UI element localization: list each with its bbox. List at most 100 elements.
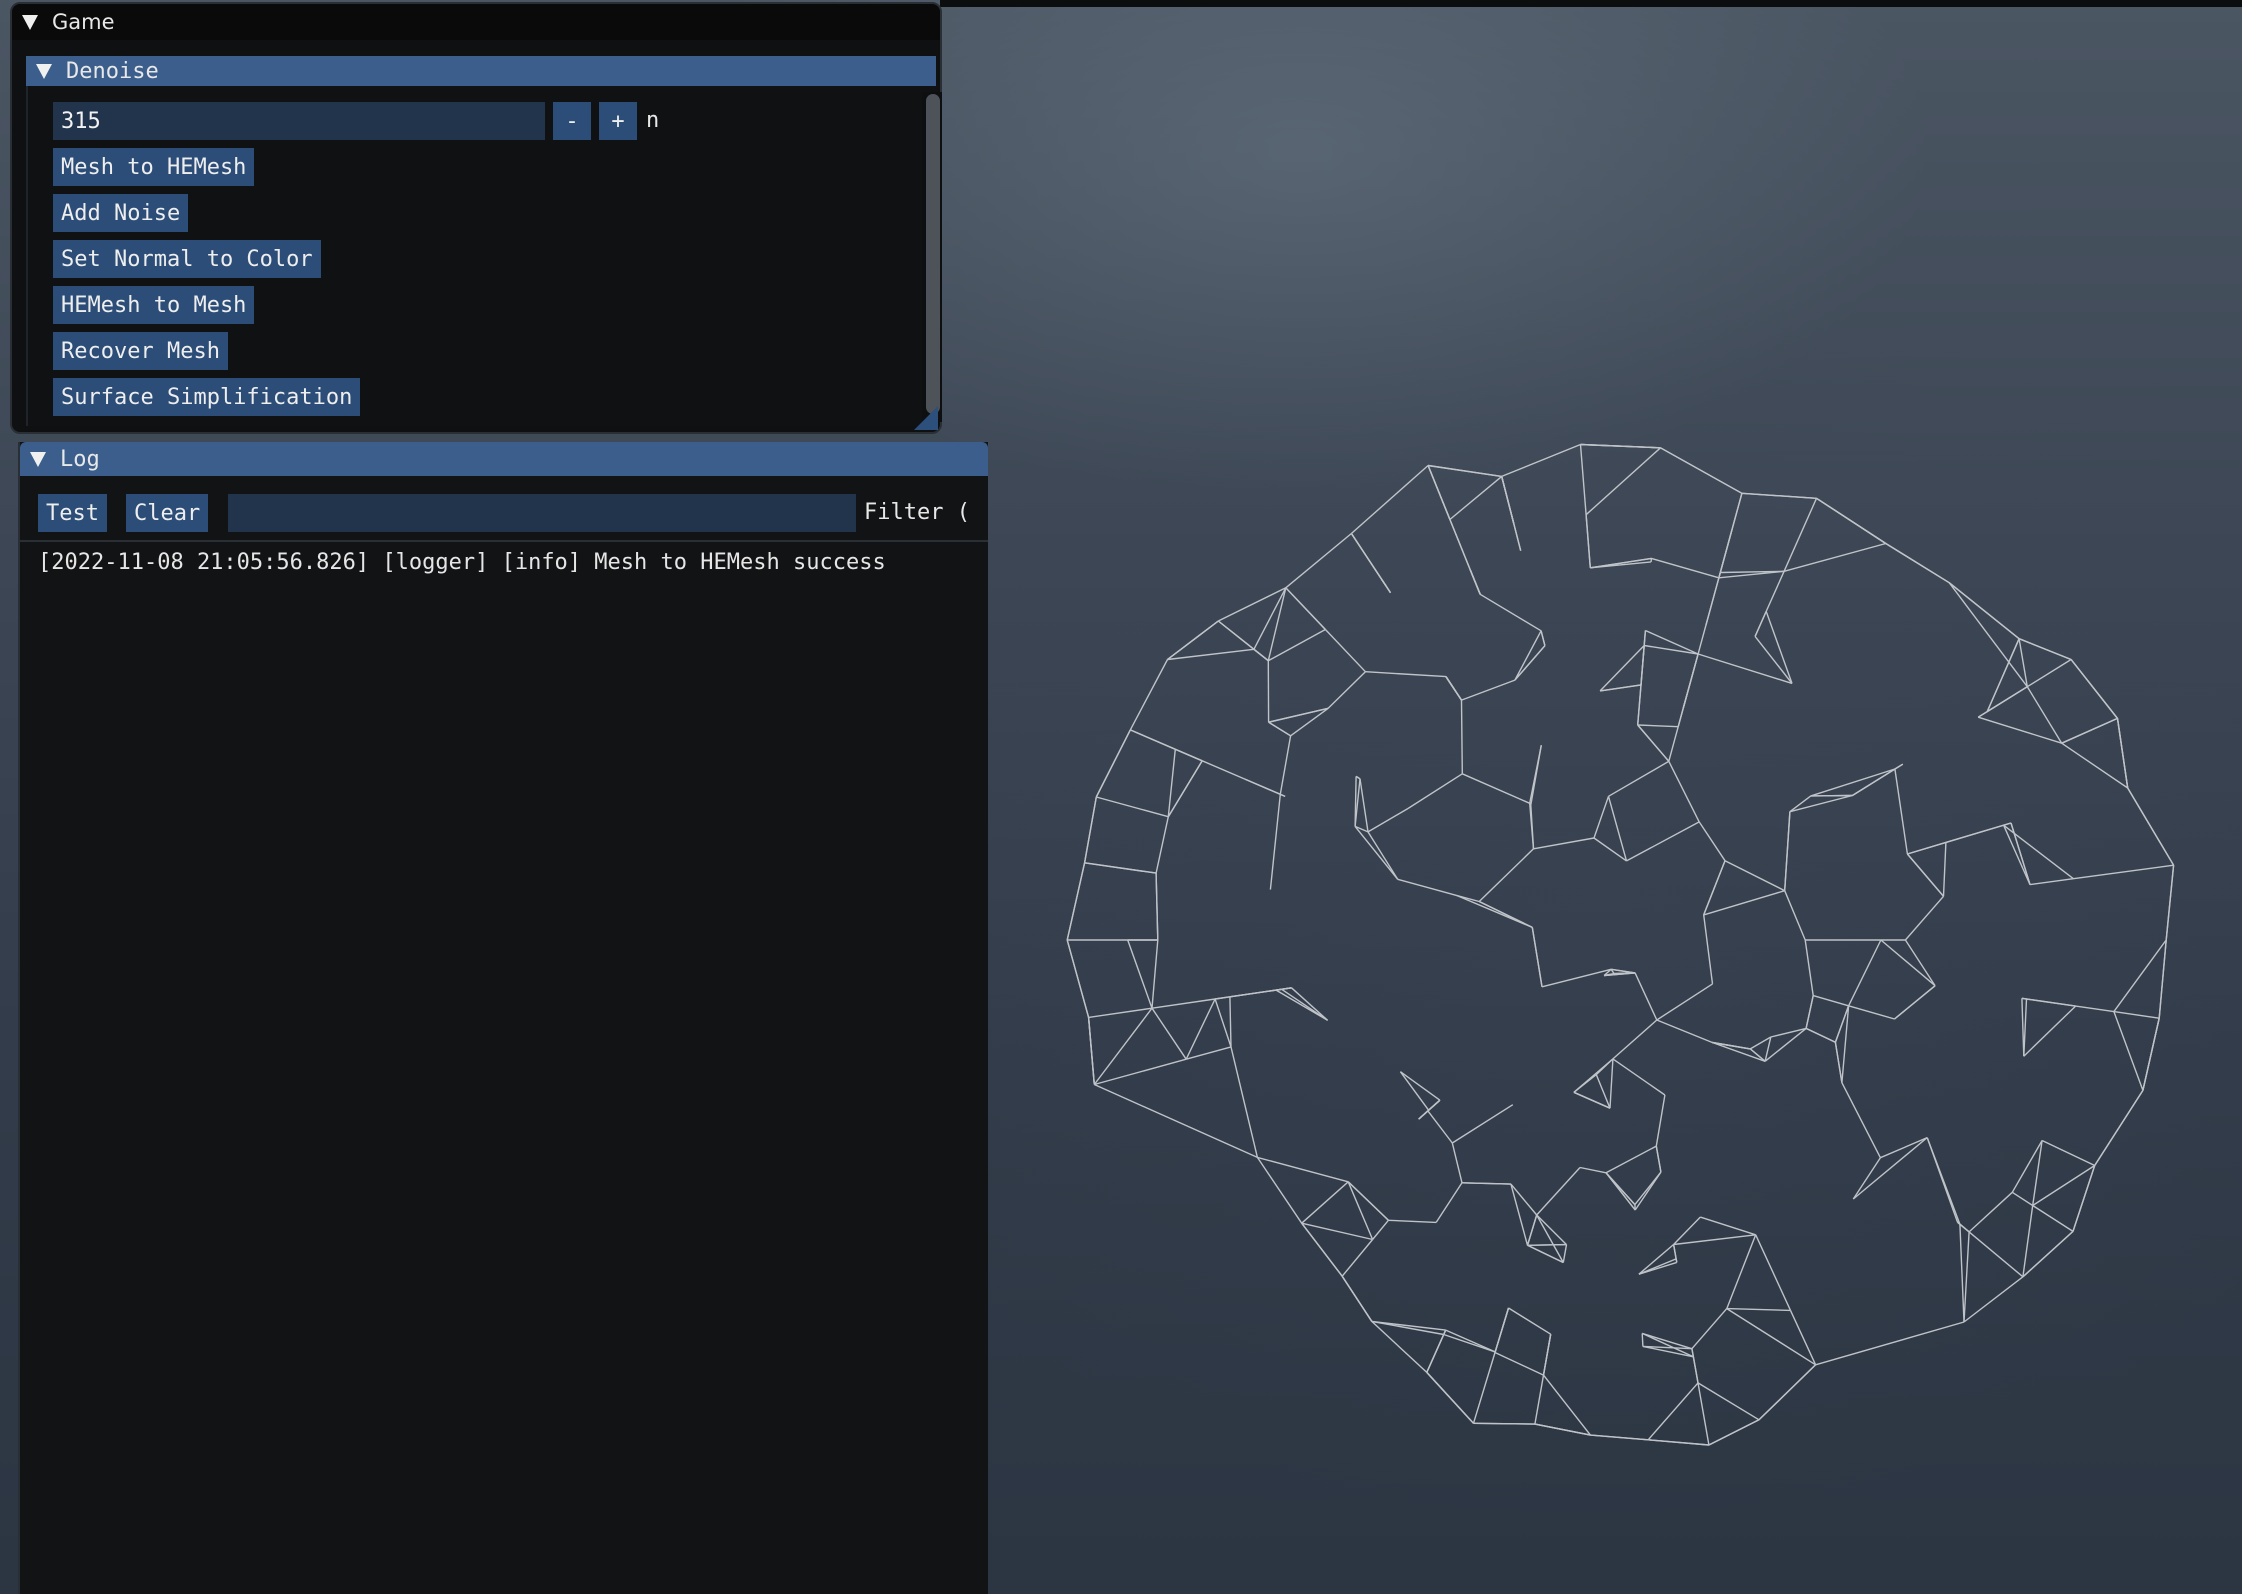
log-window[interactable]: Log Test Clear Filter ( [2022-11-08 21:0… [18,442,988,1594]
wireframe-edge [1347,1181,1374,1240]
wireframe-edge [1595,1058,1614,1076]
surface-simplification-button[interactable]: Surface Simplification [53,378,361,416]
decrement-button[interactable]: - [553,102,591,140]
wireframe-edge [1151,998,1216,1009]
resize-grip[interactable] [914,406,938,430]
denoise-section-header[interactable]: Denoise [26,56,936,86]
test-button[interactable]: Test [38,494,107,532]
wireframe-edge [2094,1090,2144,1166]
wireframe-edge [1244,778,1286,798]
triangle-down-icon[interactable] [36,63,52,79]
wireframe-edge [1324,629,1366,673]
wireframe-edge [1697,1382,1710,1446]
wireframe-edge [1906,853,1945,897]
log-window-title: Log [60,446,100,472]
wireframe-edge [1127,939,1153,1009]
wireframe-edge [1945,824,2004,844]
wireframe-edge [1365,671,1447,678]
n-input[interactable]: 315 [53,102,545,140]
denoise-scrollbar-thumb[interactable] [926,94,940,414]
wireframe-edge [1426,1371,1475,1424]
wireframe-edge [1427,1110,1453,1144]
wireframe-edge [1986,638,2020,712]
wireframe-edge [2070,659,2119,719]
wireframe-edge [1726,1307,1791,1312]
wireframe-edge [1155,816,1169,874]
wireframe-edge [1609,1058,1614,1109]
triangle-down-icon[interactable] [30,451,46,467]
wireframe-edge [1427,465,1451,520]
wireframe-edge [1607,796,1628,862]
wireframe-edge [1285,587,1326,630]
wireframe-edge [1894,763,1904,770]
wireframe-edge [2032,1164,2096,1207]
clear-button[interactable]: Clear [126,494,209,532]
wireframe-edge [1579,1166,1607,1174]
recover-mesh-button[interactable]: Recover Mesh [53,332,228,370]
wireframe-edge [1435,1182,1463,1223]
wireframe-edge [1907,841,1947,855]
filter-input[interactable] [228,494,856,532]
wireframe-edge [1641,1332,1694,1358]
set-normal-to-color-button[interactable]: Set Normal to Color [53,240,321,278]
wireframe-edge [1269,794,1281,890]
wireframe-edge [2018,638,2028,687]
wireframe-edge [2032,1204,2074,1232]
wireframe-edge [1129,659,1169,731]
wireframe-edge [1605,1145,1657,1174]
wireframe-edge [1605,1172,1636,1211]
wireframe-edge [1580,443,1661,449]
wireframe-edge [1805,995,1814,1029]
hemesh-to-mesh-button[interactable]: HEMesh to Mesh [53,286,255,324]
wireframe-edge [1527,1243,1567,1246]
wireframe-edge [1461,1182,1511,1185]
wireframe-edge [1253,648,1269,662]
wireframe-edge [1656,983,1713,1021]
wireframe-edge [1815,1321,1965,1366]
wireframe-edge [1418,1109,1430,1120]
wireframe-edge [1479,593,1542,632]
increment-button[interactable]: + [599,102,637,140]
wireframe-edge [1765,571,1785,612]
wireframe-edge [1229,996,1232,1047]
wireframe-edge [1640,645,1645,685]
wireframe-edge [1541,968,1612,988]
wireframe-edge [1275,989,1328,1021]
wireframe-edge [1372,1219,1389,1240]
wireframe-edge [1926,1137,1961,1225]
wireframe-edge [2061,742,2129,789]
add-noise-button[interactable]: Add Noise [53,194,189,232]
wireframe-edge [1805,1027,1836,1043]
wireframe-edge [1637,724,1679,728]
wireframe-edge [1612,1019,1658,1060]
wireframe-edge [1673,1234,1756,1246]
wireframe-edge [1749,1048,1766,1062]
wireframe-edge [1094,1058,1187,1086]
wireframe-edge [2018,638,2072,661]
wireframe-edge [1267,628,1326,662]
wireframe-edge [1708,1419,1760,1446]
log-window-titlebar[interactable]: Log [20,442,988,476]
wireframe-edge [1848,1005,1895,1020]
wireframe-edge [1686,653,1699,696]
wireframe-edge [1612,1058,1666,1096]
wireframe-edge [1526,1214,1538,1246]
wireframe-edge [1638,1243,1675,1275]
wireframe-edge [1426,1334,1445,1373]
wireframe-edge [2032,1140,2043,1206]
triangle-down-icon[interactable] [22,14,38,30]
wireframe-edge [1327,671,1366,709]
filter-label: Filter ( [864,500,970,525]
game-window-titlebar[interactable]: Game [12,4,940,40]
game-window[interactable]: Game Denoise 315 - + n Mesh to HEMesh Ad… [10,2,942,434]
wireframe-edge [1697,1382,1760,1421]
mesh-to-hemesh-button[interactable]: Mesh to HEMesh [53,148,255,186]
wireframe-edge [1816,497,1887,545]
wireframe-edge [2165,865,2175,941]
wireframe-edge [1691,1308,1728,1350]
wireframe-edge [2002,824,2031,885]
wireframe-edge [1948,582,2028,688]
wireframe-edge [1880,939,1936,987]
wireframe-edge [2011,1140,2043,1193]
wireframe-edge [1784,811,1791,891]
